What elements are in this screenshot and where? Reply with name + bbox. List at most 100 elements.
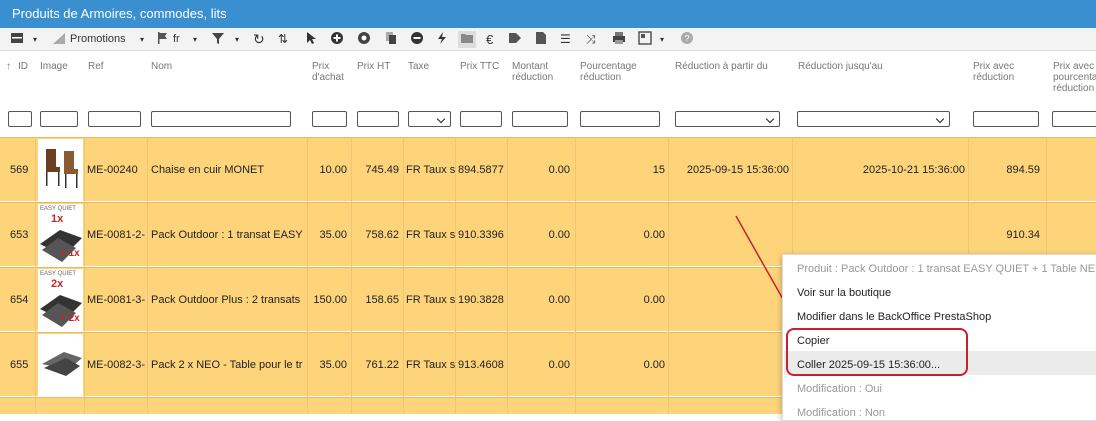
- column-pourcentage-reduction[interactable]: Pourcentage réduction: [580, 61, 650, 83]
- list-icon[interactable]: [10, 31, 24, 48]
- cell-montant: 0.00: [548, 359, 570, 371]
- swap-icon[interactable]: ⇅: [278, 31, 288, 48]
- filter-ref[interactable]: [88, 111, 141, 127]
- copy-icon[interactable]: [384, 31, 398, 48]
- menu-item-modification-non[interactable]: Modification : Non: [797, 407, 885, 419]
- filter-id[interactable]: [8, 111, 32, 127]
- cell-montant: 0.00: [548, 229, 570, 241]
- filter-prix-avec-pourcentage[interactable]: [1052, 111, 1096, 127]
- product-image: [38, 334, 83, 396]
- chevron-down-icon[interactable]: ▾: [235, 31, 239, 48]
- filter-nom[interactable]: [151, 111, 291, 127]
- filter-reduction-to-select[interactable]: [797, 111, 950, 127]
- column-reduction-from[interactable]: Réduction à partir du: [675, 61, 768, 72]
- filter-taxe-select[interactable]: [408, 111, 451, 127]
- column-divider: [507, 137, 508, 414]
- column-nom[interactable]: Nom: [151, 61, 172, 72]
- refresh-icon[interactable]: ↻: [253, 31, 265, 48]
- chevron-down-icon[interactable]: ▾: [193, 31, 197, 48]
- column-prix-avec-reduction[interactable]: Prix avec réduction: [973, 61, 1023, 83]
- filter-montant-reduction[interactable]: [512, 111, 568, 127]
- column-divider: [147, 137, 148, 414]
- badge-qty: 1x: [51, 213, 64, 225]
- column-montant-reduction[interactable]: Montant réduction: [512, 61, 562, 83]
- cell-nom: Pack Outdoor Plus : 2 transats: [151, 294, 301, 306]
- cell-prix-ttc: 913.4608: [458, 359, 504, 371]
- cell-nom: Pack 2 x NEO - Table pour le tr: [151, 359, 303, 371]
- chevron-down-icon[interactable]: ▾: [140, 31, 144, 48]
- cell-taxe: FR Taux s: [406, 164, 456, 176]
- highlight-box: [786, 328, 968, 376]
- table-row[interactable]: 569 ME-00240 Chaise en cuir MONET 10.00 …: [0, 137, 1096, 201]
- tags-icon[interactable]: [508, 31, 524, 48]
- sort-arrow-icon[interactable]: ↑: [6, 61, 11, 72]
- toolbar: ▾ Promotions ▾ fr ▾ ▾ ↻ ⇅ € ☰ ⤨ ▾ ?: [0, 28, 1096, 51]
- add-circle-icon[interactable]: [330, 31, 344, 48]
- print-icon[interactable]: [612, 31, 626, 48]
- grid-header: ↑ ID Image Ref Nom Prix d'achat Prix HT …: [0, 51, 1096, 137]
- folder-icon[interactable]: [458, 31, 476, 48]
- column-divider: [351, 137, 352, 414]
- window-title: Produits de Armoires, commodes, lits: [0, 0, 1096, 28]
- cell-prix-ht: 758.62: [365, 229, 399, 241]
- cell-taxe: FR Taux s: [406, 359, 456, 371]
- shuffle-icon[interactable]: ⤨: [586, 31, 596, 48]
- cell-prix-ttc: 910.3396: [458, 229, 504, 241]
- filter-pourcentage-reduction[interactable]: [580, 111, 660, 127]
- filter-prix-ttc[interactable]: [460, 111, 502, 127]
- filter-prix-achat[interactable]: [312, 111, 347, 127]
- cell-prix-ht: 745.49: [365, 164, 399, 176]
- filter-prix-avec-reduction[interactable]: [973, 111, 1039, 127]
- column-image[interactable]: Image: [40, 61, 68, 72]
- column-reduction-to[interactable]: Réduction jusqu'au: [798, 61, 883, 72]
- cell-to: 2025-10-21 15:36:00: [862, 164, 965, 176]
- csv-icon[interactable]: [534, 31, 548, 48]
- cell-prix-achat: 10.00: [319, 164, 347, 176]
- filter-reduction-from-select[interactable]: [675, 111, 780, 127]
- percent-icon[interactable]: [52, 31, 66, 48]
- cell-montant: 0.00: [548, 294, 570, 306]
- column-prix-ttc[interactable]: Prix TTC: [460, 61, 499, 72]
- column-divider: [307, 137, 308, 414]
- column-divider: [84, 137, 85, 414]
- column-id[interactable]: ID: [18, 61, 28, 72]
- column-prix-achat[interactable]: Prix d'achat: [312, 61, 346, 83]
- chevron-down-icon[interactable]: ▾: [33, 31, 37, 48]
- list-ordered-icon[interactable]: ☰: [560, 31, 571, 48]
- minus-circle-icon[interactable]: [410, 31, 424, 48]
- cell-nom: Chaise en cuir MONET: [151, 164, 265, 176]
- chevron-down-icon[interactable]: ▾: [660, 31, 664, 48]
- menu-item-modifier-backoffice[interactable]: Modifier dans le BackOffice PrestaShop: [797, 311, 991, 323]
- cell-id: 653: [10, 229, 29, 241]
- cursor-icon[interactable]: [305, 31, 317, 48]
- lightning-icon[interactable]: [436, 31, 448, 48]
- eye-icon[interactable]: [356, 31, 372, 48]
- column-ref[interactable]: Ref: [88, 61, 104, 72]
- column-prix-avec-pourcentage[interactable]: Prix avec pourcentage réduction: [1053, 61, 1096, 94]
- cell-prix-ht: 158.65: [365, 294, 399, 306]
- column-divider: [575, 137, 576, 414]
- menu-item-voir-boutique[interactable]: Voir sur la boutique: [797, 287, 891, 299]
- menu-item-modification-oui[interactable]: Modification : Oui: [797, 383, 882, 395]
- column-prix-ht[interactable]: Prix HT: [357, 61, 390, 72]
- layout-icon[interactable]: [638, 31, 652, 48]
- product-image: EASY QUIET 2x + 2x: [38, 269, 83, 331]
- help-icon[interactable]: ?: [680, 31, 694, 48]
- flag-icon[interactable]: [157, 31, 169, 48]
- promotions-label[interactable]: Promotions: [70, 31, 126, 48]
- lang-label[interactable]: fr: [173, 31, 180, 48]
- filter-image[interactable]: [40, 111, 78, 127]
- cell-id: 655: [10, 359, 29, 371]
- cell-nom: Pack Outdoor : 1 transat EASY: [151, 229, 303, 241]
- column-taxe[interactable]: Taxe: [408, 61, 429, 72]
- cell-montant: 0.00: [548, 164, 570, 176]
- cell-id: 569: [10, 164, 29, 176]
- filter-icon[interactable]: [211, 31, 225, 48]
- filter-prix-ht[interactable]: [357, 111, 399, 127]
- cell-ref: ME-0082-3-: [87, 359, 146, 371]
- cell-pourcentage: 0.00: [643, 359, 665, 371]
- euro-icon[interactable]: €: [486, 31, 493, 48]
- cell-ref: ME-0081-3-: [87, 294, 146, 306]
- cell-taxe: FR Taux s: [406, 294, 456, 306]
- column-divider: [403, 137, 404, 414]
